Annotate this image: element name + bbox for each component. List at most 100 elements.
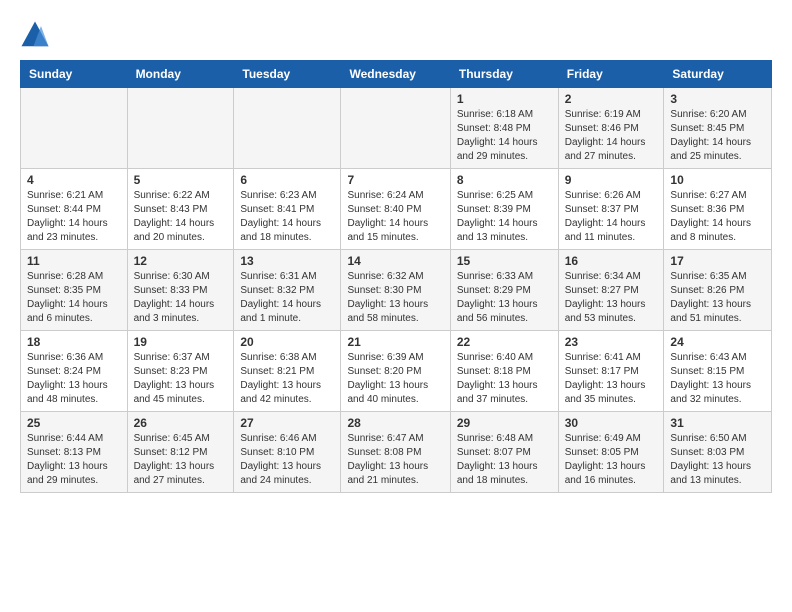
day-of-week-header: Friday	[558, 61, 664, 88]
calendar-table: SundayMondayTuesdayWednesdayThursdayFrid…	[20, 60, 772, 493]
day-number: 11	[27, 254, 121, 268]
day-number: 7	[347, 173, 443, 187]
day-number: 18	[27, 335, 121, 349]
logo-icon	[20, 20, 50, 50]
day-info: Sunrise: 6:20 AM Sunset: 8:45 PM Dayligh…	[670, 108, 765, 164]
calendar-day-cell: 30 Sunrise: 6:49 AM Sunset: 8:05 PM Dayli…	[558, 412, 664, 493]
calendar-day-cell: 7 Sunrise: 6:24 AM Sunset: 8:40 PM Daylig…	[341, 169, 450, 250]
day-number: 25	[27, 416, 121, 430]
calendar-day-cell: 23 Sunrise: 6:41 AM Sunset: 8:17 PM Dayli…	[558, 331, 664, 412]
calendar-day-cell: 20 Sunrise: 6:38 AM Sunset: 8:21 PM Dayli…	[234, 331, 341, 412]
day-number: 10	[670, 173, 765, 187]
day-number: 19	[134, 335, 228, 349]
calendar-day-cell: 18 Sunrise: 6:36 AM Sunset: 8:24 PM Dayli…	[21, 331, 128, 412]
calendar-day-cell: 12Sunrise: 6:30 AM Sunset: 8:33 PM Dayli…	[127, 250, 234, 331]
day-number: 22	[457, 335, 552, 349]
day-number: 16	[565, 254, 658, 268]
day-info: Sunrise: 6:19 AM Sunset: 8:46 PM Dayligh…	[565, 108, 658, 164]
day-number: 14	[347, 254, 443, 268]
calendar-day-cell: 24 Sunrise: 6:43 AM Sunset: 8:15 PM Dayli…	[664, 331, 772, 412]
calendar-day-cell: 26 Sunrise: 6:45 AM Sunset: 8:12 PM Dayli…	[127, 412, 234, 493]
day-info: Sunrise: 6:24 AM Sunset: 8:40 PM Dayligh…	[347, 189, 443, 245]
day-number: 23	[565, 335, 658, 349]
day-number: 5	[134, 173, 228, 187]
day-number: 3	[670, 92, 765, 106]
day-info: Sunrise: 6:26 AM Sunset: 8:37 PM Dayligh…	[565, 189, 658, 245]
calendar-day-cell: 11 Sunrise: 6:28 AM Sunset: 8:35 PM Dayli…	[21, 250, 128, 331]
calendar-day-cell	[127, 88, 234, 169]
calendar-week-row: 1 Sunrise: 6:18 AM Sunset: 8:48 PM Daylig…	[21, 88, 772, 169]
day-number: 27	[240, 416, 334, 430]
calendar-week-row: 18 Sunrise: 6:36 AM Sunset: 8:24 PM Dayli…	[21, 331, 772, 412]
calendar-day-cell: 28 Sunrise: 6:47 AM Sunset: 8:08 PM Dayli…	[341, 412, 450, 493]
day-info: Sunrise: 6:28 AM Sunset: 8:35 PM Dayligh…	[27, 270, 121, 326]
day-info: Sunrise: 6:49 AM Sunset: 8:05 PM Dayligh…	[565, 432, 658, 488]
calendar-day-cell: 27 Sunrise: 6:46 AM Sunset: 8:10 PM Dayli…	[234, 412, 341, 493]
calendar-day-cell: 29Sunrise: 6:48 AM Sunset: 8:07 PM Dayli…	[450, 412, 558, 493]
day-number: 24	[670, 335, 765, 349]
calendar-day-cell: 9 Sunrise: 6:26 AM Sunset: 8:37 PM Daylig…	[558, 169, 664, 250]
day-of-week-header: Tuesday	[234, 61, 341, 88]
day-info: Sunrise: 6:40 AM Sunset: 8:18 PM Dayligh…	[457, 351, 552, 407]
day-number: 6	[240, 173, 334, 187]
day-number: 13	[240, 254, 334, 268]
day-info: Sunrise: 6:32 AM Sunset: 8:30 PM Dayligh…	[347, 270, 443, 326]
calendar-header-row: SundayMondayTuesdayWednesdayThursdayFrid…	[21, 61, 772, 88]
day-number: 17	[670, 254, 765, 268]
day-number: 26	[134, 416, 228, 430]
logo	[20, 20, 54, 50]
calendar-week-row: 25 Sunrise: 6:44 AM Sunset: 8:13 PM Dayli…	[21, 412, 772, 493]
calendar-day-cell: 1 Sunrise: 6:18 AM Sunset: 8:48 PM Daylig…	[450, 88, 558, 169]
day-info: Sunrise: 6:39 AM Sunset: 8:20 PM Dayligh…	[347, 351, 443, 407]
day-number: 31	[670, 416, 765, 430]
calendar-day-cell: 16 Sunrise: 6:34 AM Sunset: 8:27 PM Dayli…	[558, 250, 664, 331]
calendar-week-row: 11 Sunrise: 6:28 AM Sunset: 8:35 PM Dayli…	[21, 250, 772, 331]
calendar-day-cell	[234, 88, 341, 169]
day-of-week-header: Saturday	[664, 61, 772, 88]
day-info: Sunrise: 6:41 AM Sunset: 8:17 PM Dayligh…	[565, 351, 658, 407]
calendar-day-cell: 17 Sunrise: 6:35 AM Sunset: 8:26 PM Dayli…	[664, 250, 772, 331]
day-number: 4	[27, 173, 121, 187]
day-info: Sunrise: 6:35 AM Sunset: 8:26 PM Dayligh…	[670, 270, 765, 326]
calendar-day-cell: 22 Sunrise: 6:40 AM Sunset: 8:18 PM Dayli…	[450, 331, 558, 412]
calendar-week-row: 4 Sunrise: 6:21 AM Sunset: 8:44 PM Daylig…	[21, 169, 772, 250]
day-info: Sunrise: 6:22 AM Sunset: 8:43 PM Dayligh…	[134, 189, 228, 245]
day-info: Sunrise: 6:44 AM Sunset: 8:13 PM Dayligh…	[27, 432, 121, 488]
day-info: Sunrise: 6:45 AM Sunset: 8:12 PM Dayligh…	[134, 432, 228, 488]
calendar-day-cell: 25 Sunrise: 6:44 AM Sunset: 8:13 PM Dayli…	[21, 412, 128, 493]
day-info: Sunrise: 6:43 AM Sunset: 8:15 PM Dayligh…	[670, 351, 765, 407]
day-info: Sunrise: 6:37 AM Sunset: 8:23 PM Dayligh…	[134, 351, 228, 407]
day-info: Sunrise: 6:27 AM Sunset: 8:36 PM Dayligh…	[670, 189, 765, 245]
day-info: Sunrise: 6:48 AM Sunset: 8:07 PM Dayligh…	[457, 432, 552, 488]
day-info: Sunrise: 6:31 AM Sunset: 8:32 PM Dayligh…	[240, 270, 334, 326]
day-info: Sunrise: 6:38 AM Sunset: 8:21 PM Dayligh…	[240, 351, 334, 407]
day-of-week-header: Sunday	[21, 61, 128, 88]
calendar-day-cell: 10 Sunrise: 6:27 AM Sunset: 8:36 PM Dayli…	[664, 169, 772, 250]
day-info: Sunrise: 6:18 AM Sunset: 8:48 PM Dayligh…	[457, 108, 552, 164]
day-info: Sunrise: 6:46 AM Sunset: 8:10 PM Dayligh…	[240, 432, 334, 488]
calendar-day-cell: 19 Sunrise: 6:37 AM Sunset: 8:23 PM Dayli…	[127, 331, 234, 412]
day-info: Sunrise: 6:21 AM Sunset: 8:44 PM Dayligh…	[27, 189, 121, 245]
day-number: 2	[565, 92, 658, 106]
day-of-week-header: Wednesday	[341, 61, 450, 88]
day-of-week-header: Thursday	[450, 61, 558, 88]
day-number: 30	[565, 416, 658, 430]
calendar-day-cell: 8Sunrise: 6:25 AM Sunset: 8:39 PM Daylig…	[450, 169, 558, 250]
calendar-day-cell: 6 Sunrise: 6:23 AM Sunset: 8:41 PM Daylig…	[234, 169, 341, 250]
day-info: Sunrise: 6:47 AM Sunset: 8:08 PM Dayligh…	[347, 432, 443, 488]
calendar-day-cell: 31Sunrise: 6:50 AM Sunset: 8:03 PM Dayli…	[664, 412, 772, 493]
day-info: Sunrise: 6:36 AM Sunset: 8:24 PM Dayligh…	[27, 351, 121, 407]
day-number: 1	[457, 92, 552, 106]
page-header	[20, 20, 772, 50]
calendar-day-cell: 21 Sunrise: 6:39 AM Sunset: 8:20 PM Dayli…	[341, 331, 450, 412]
day-info: Sunrise: 6:34 AM Sunset: 8:27 PM Dayligh…	[565, 270, 658, 326]
day-info: Sunrise: 6:23 AM Sunset: 8:41 PM Dayligh…	[240, 189, 334, 245]
calendar-day-cell: 5 Sunrise: 6:22 AM Sunset: 8:43 PM Daylig…	[127, 169, 234, 250]
day-info: Sunrise: 6:25 AM Sunset: 8:39 PM Dayligh…	[457, 189, 552, 245]
day-number: 20	[240, 335, 334, 349]
day-number: 15	[457, 254, 552, 268]
day-number: 21	[347, 335, 443, 349]
day-of-week-header: Monday	[127, 61, 234, 88]
day-number: 9	[565, 173, 658, 187]
day-number: 28	[347, 416, 443, 430]
